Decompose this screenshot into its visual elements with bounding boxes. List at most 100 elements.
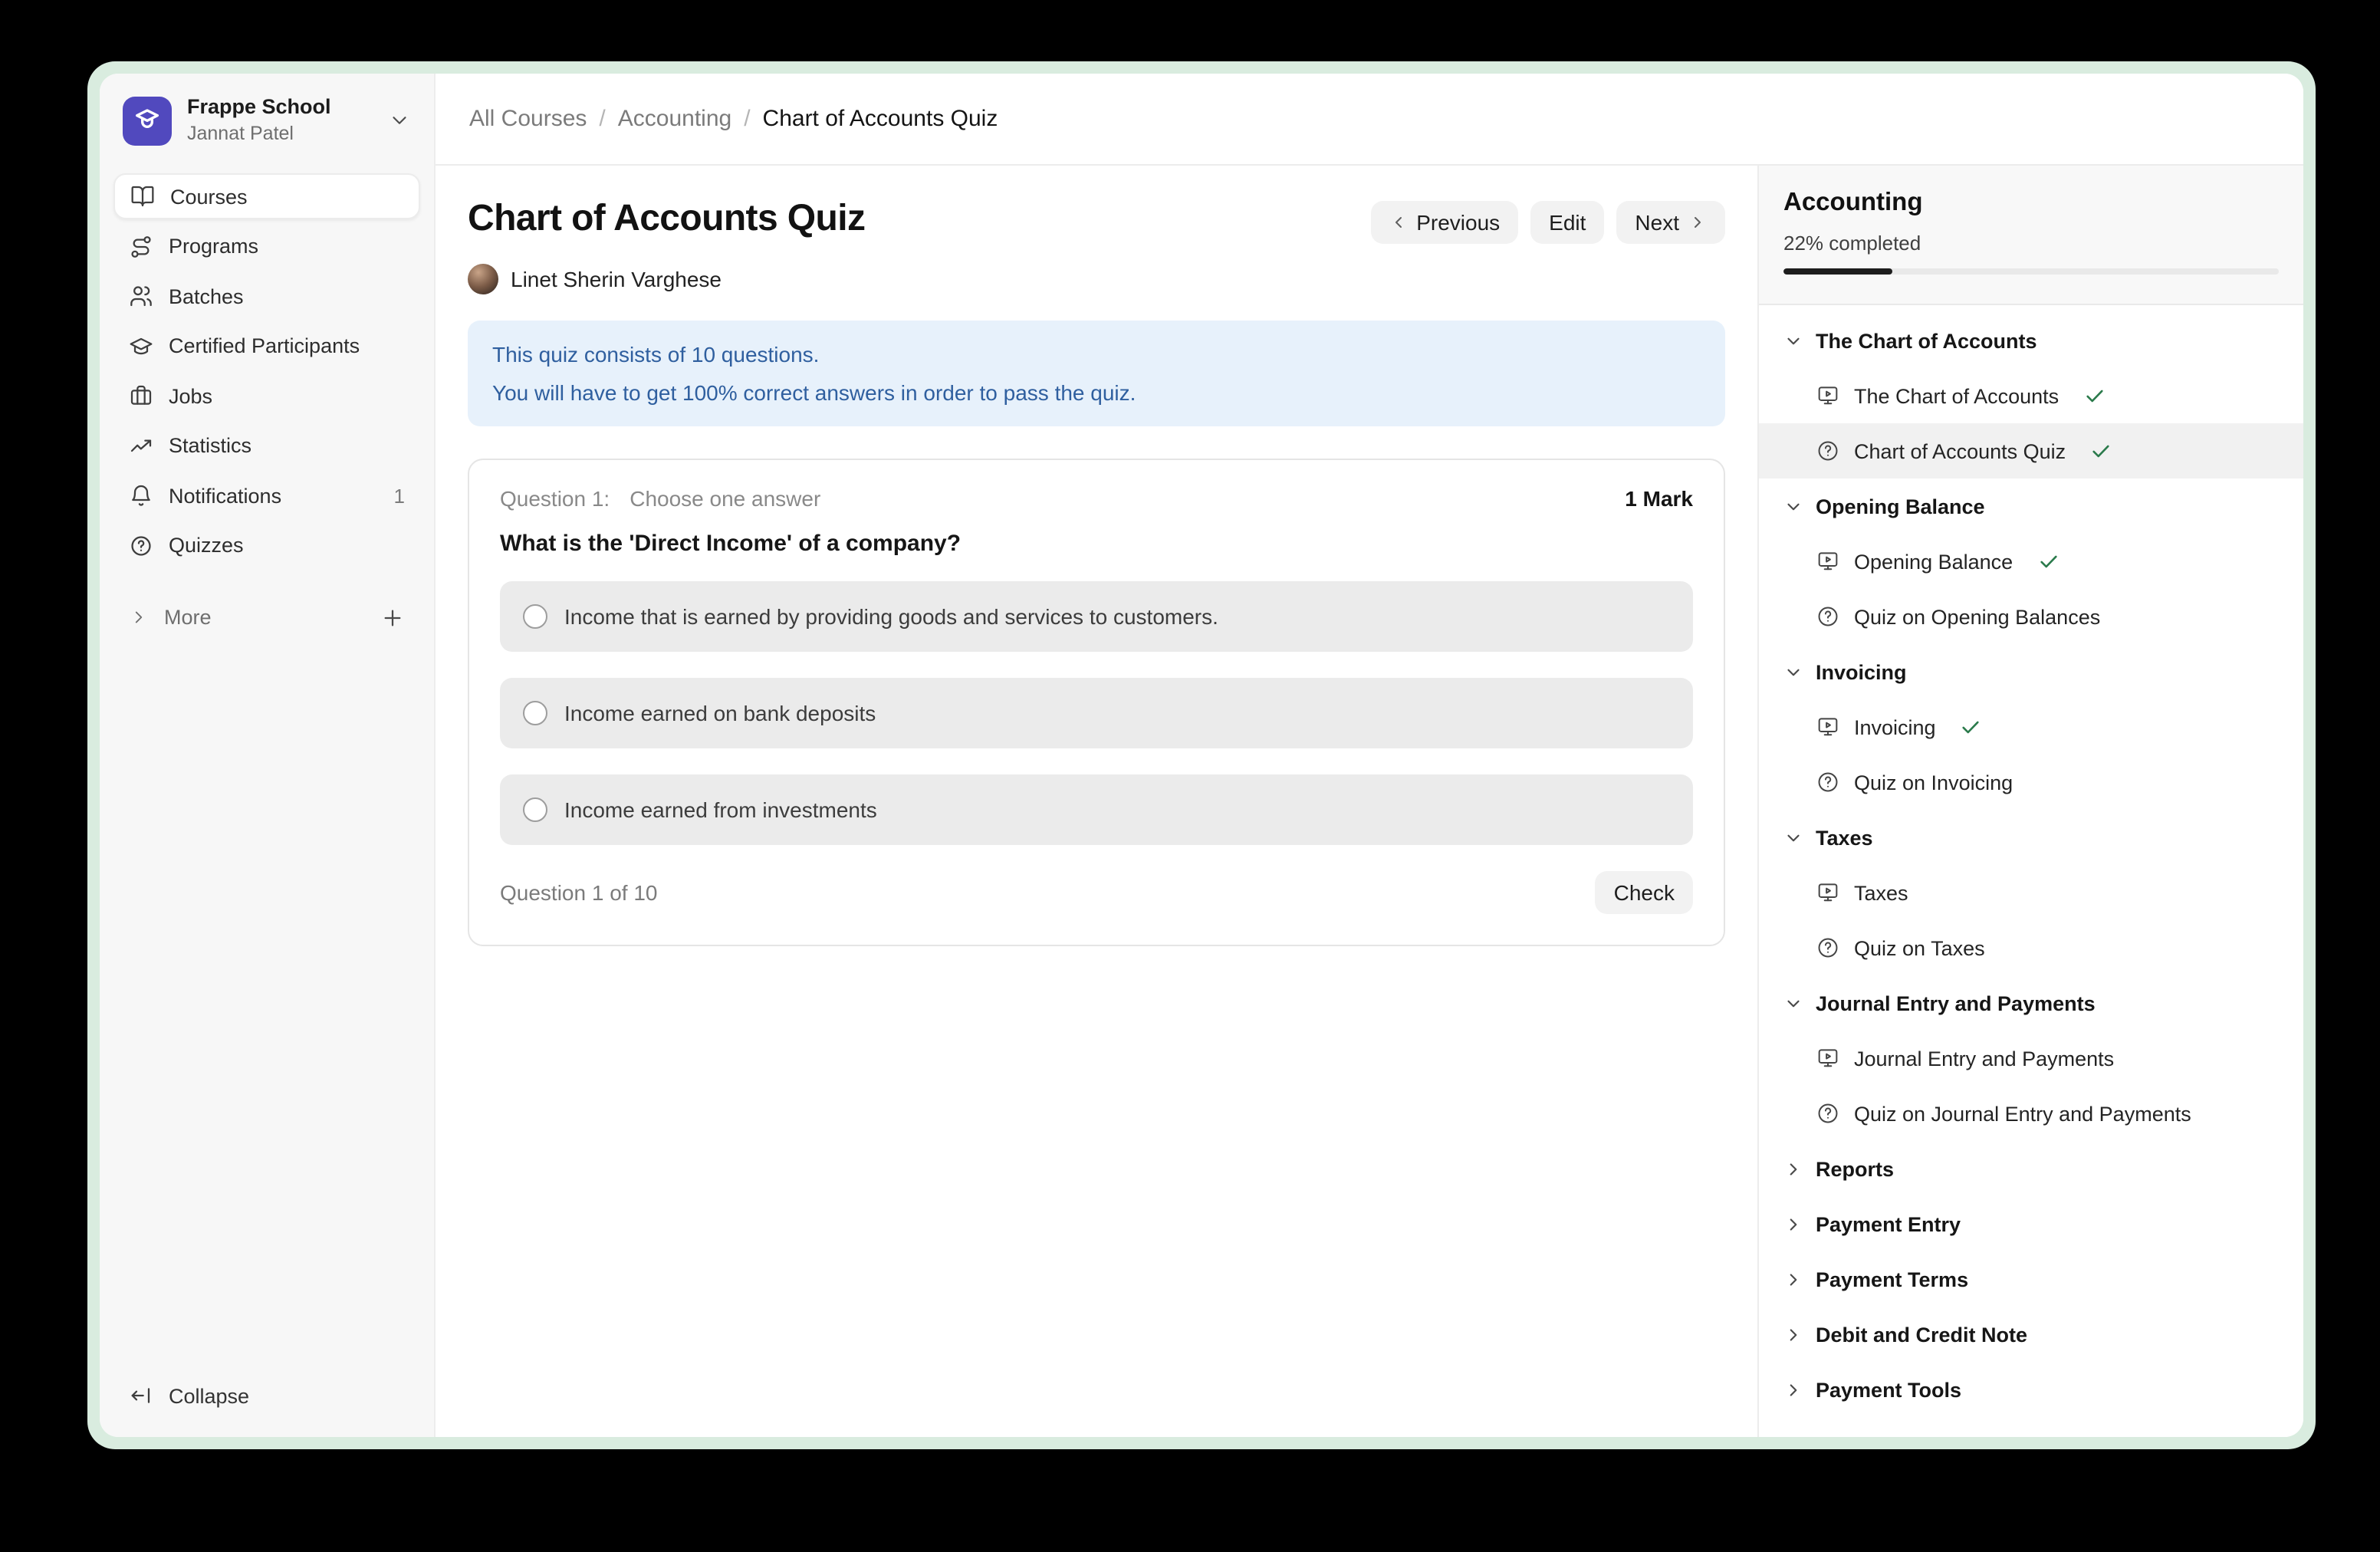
outline-item-label: Quiz on Journal Entry and Payments — [1854, 1102, 2191, 1125]
app-window: Frappe School Jannat Patel Courses Progr… — [87, 61, 2316, 1449]
outline-quiz-on-taxes[interactable]: Quiz on Taxes — [1759, 920, 2303, 975]
outline-item-label: Quiz on Opening Balances — [1854, 605, 2100, 628]
chevron-right-icon — [1783, 1159, 1803, 1179]
sidebar-collapse-button[interactable]: Collapse — [113, 1373, 420, 1419]
previous-button[interactable]: Previous — [1370, 201, 1518, 244]
outline-quiz-on-invoicing[interactable]: Quiz on Invoicing — [1759, 755, 2303, 810]
question-header: Question 1: Choose one answer 1 Mark — [500, 486, 1693, 511]
notifications-count-badge: 1 — [394, 484, 405, 507]
chevron-right-icon — [1783, 1214, 1803, 1234]
quiz-icon — [1816, 1101, 1840, 1126]
question-marks: 1 Mark — [1625, 486, 1693, 511]
answer-option-label: Income earned on bank deposits — [564, 701, 876, 725]
outline-lesson-the-chart-of-accounts[interactable]: The Chart of Accounts — [1759, 368, 2303, 423]
outline-section-journal-entry-and-payments[interactable]: Journal Entry and Payments — [1759, 975, 2303, 1031]
outline-item-label: The Chart of Accounts — [1854, 384, 2059, 407]
check-icon — [2037, 551, 2059, 572]
course-outline-sidebar: Accounting 22% completed The Chart of Ac… — [1757, 166, 2303, 1437]
outline-quiz-chart-of-accounts-quiz[interactable]: Chart of Accounts Quiz — [1759, 423, 2303, 478]
chevron-right-icon — [1783, 1324, 1803, 1344]
sidebar-item-label: Programs — [169, 235, 258, 258]
outline-section-invoicing[interactable]: Invoicing — [1759, 644, 2303, 699]
main-column: All Courses / Accounting / Chart of Acco… — [436, 74, 2303, 1437]
outline-lesson-journal-entry-and-payments[interactable]: Journal Entry and Payments — [1759, 1031, 2303, 1086]
chevron-down-icon — [388, 109, 411, 132]
answer-options: Income that is earned by providing goods… — [500, 581, 1693, 845]
outline-item-label: Taxes — [1854, 881, 1908, 904]
quiz-icon — [1816, 935, 1840, 960]
outline-section-the-chart-of-accounts[interactable]: The Chart of Accounts — [1759, 313, 2303, 368]
plus-icon[interactable] — [380, 605, 405, 630]
breadcrumb-all-courses[interactable]: All Courses — [469, 106, 587, 132]
notice-line-2: You will have to get 100% correct answer… — [492, 373, 1701, 411]
outline-section-opening-balance[interactable]: Opening Balance — [1759, 478, 2303, 534]
outline-list: The Chart of Accounts The Chart of Accou… — [1759, 305, 2303, 1417]
answer-option-3[interactable]: Income earned from investments — [500, 774, 1693, 845]
radio-icon — [523, 797, 547, 822]
quiz-card: Question 1: Choose one answer 1 Mark Wha… — [468, 459, 1725, 946]
breadcrumb-accounting[interactable]: Accounting — [618, 106, 731, 132]
book-open-icon — [130, 184, 155, 209]
page-title: Chart of Accounts Quiz — [468, 198, 865, 241]
main-content: Chart of Accounts Quiz Previous Edit — [436, 166, 1757, 1437]
outline-section-payment-tools[interactable]: Payment Tools — [1759, 1362, 2303, 1417]
frappe-school-logo-icon — [123, 96, 172, 145]
sidebar-more-toggle[interactable]: More — [113, 594, 420, 640]
outline-section-payment-entry[interactable]: Payment Entry — [1759, 1196, 2303, 1251]
breadcrumb-separator: / — [599, 106, 605, 132]
app-frame: Frappe School Jannat Patel Courses Progr… — [100, 74, 2303, 1437]
sidebar-item-label: Batches — [169, 284, 244, 307]
chevron-right-icon — [129, 607, 149, 627]
sidebar-item-label: Jobs — [169, 384, 212, 407]
outline-section-title: Payment Tools — [1816, 1378, 1961, 1401]
edit-button[interactable]: Edit — [1530, 201, 1604, 244]
outline-section-title: Reports — [1816, 1157, 1894, 1180]
brand-name: Frappe School — [187, 95, 331, 120]
author-row: Linet Sherin Varghese — [468, 264, 1725, 294]
sidebar-item-label: Quizzes — [169, 534, 244, 557]
next-button[interactable]: Next — [1616, 201, 1725, 244]
outline-lesson-taxes[interactable]: Taxes — [1759, 865, 2303, 920]
sidebar-item-courses[interactable]: Courses — [113, 173, 420, 219]
title-row: Chart of Accounts Quiz Previous Edit — [468, 198, 1725, 244]
content-row: Chart of Accounts Quiz Previous Edit — [436, 166, 2303, 1437]
outline-section-title: Taxes — [1816, 826, 1873, 849]
sidebar-item-quizzes[interactable]: Quizzes — [113, 522, 420, 568]
outline-section-reports[interactable]: Reports — [1759, 1141, 2303, 1196]
workspace-switcher[interactable]: Frappe School Jannat Patel — [113, 89, 420, 152]
outline-lesson-opening-balance[interactable]: Opening Balance — [1759, 534, 2303, 589]
graduation-cap-icon — [129, 334, 153, 358]
sidebar-item-programs[interactable]: Programs — [113, 223, 420, 269]
outline-section-title: Journal Entry and Payments — [1816, 991, 2096, 1014]
sidebar-item-jobs[interactable]: Jobs — [113, 373, 420, 419]
chevron-down-icon — [1783, 993, 1803, 1013]
check-icon — [1961, 716, 1982, 738]
outline-quiz-on-opening-balances[interactable]: Quiz on Opening Balances — [1759, 589, 2303, 644]
progress-bar-fill — [1783, 268, 1892, 275]
outline-section-title: The Chart of Accounts — [1816, 329, 2037, 352]
chevron-down-icon — [1783, 662, 1803, 682]
outline-section-debit-and-credit-note[interactable]: Debit and Credit Note — [1759, 1307, 2303, 1362]
previous-button-label: Previous — [1416, 210, 1500, 235]
sidebar-item-certified-participants[interactable]: Certified Participants — [113, 323, 420, 369]
sidebar-item-statistics[interactable]: Statistics — [113, 423, 420, 469]
answer-option-label: Income earned from investments — [564, 797, 877, 822]
quiz-icon — [1816, 770, 1840, 794]
answer-option-2[interactable]: Income earned on bank deposits — [500, 678, 1693, 748]
course-completed-label: 22% completed — [1783, 232, 2279, 255]
answer-option-1[interactable]: Income that is earned by providing goods… — [500, 581, 1693, 652]
sidebar-item-label: Statistics — [169, 434, 251, 457]
sidebar-item-batches[interactable]: Batches — [113, 273, 420, 319]
chevron-right-icon — [1783, 1379, 1803, 1399]
outline-quiz-on-journal-entry-and-payments[interactable]: Quiz on Journal Entry and Payments — [1759, 1086, 2303, 1141]
outline-section-title: Invoicing — [1816, 660, 1907, 683]
outline-section-payment-terms[interactable]: Payment Terms — [1759, 1251, 2303, 1307]
check-button[interactable]: Check — [1596, 871, 1693, 914]
chevron-down-icon — [1783, 330, 1803, 350]
outline-lesson-invoicing[interactable]: Invoicing — [1759, 699, 2303, 755]
sidebar-item-notifications[interactable]: Notifications 1 — [113, 472, 420, 518]
left-sidebar: Frappe School Jannat Patel Courses Progr… — [100, 74, 436, 1437]
outline-section-taxes[interactable]: Taxes — [1759, 810, 2303, 865]
sidebar-item-label: Certified Participants — [169, 334, 360, 357]
outline-section-title: Payment Terms — [1816, 1268, 1968, 1291]
